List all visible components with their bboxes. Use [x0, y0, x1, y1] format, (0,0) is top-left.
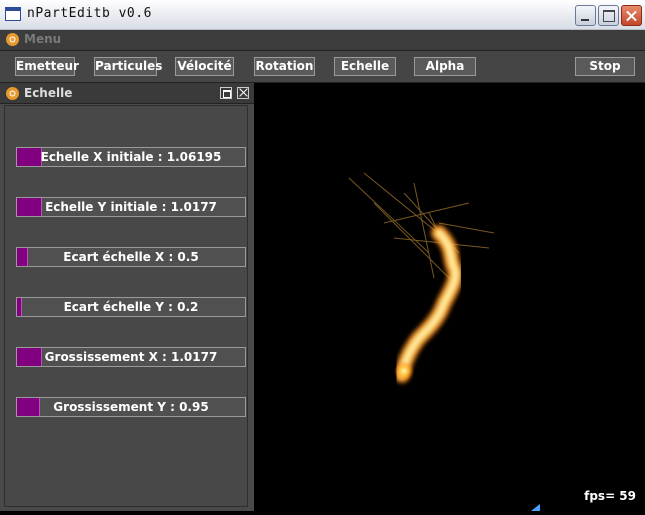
panel-header[interactable]: Echelle [0, 83, 254, 104]
minimize-button[interactable] [575, 5, 596, 26]
echelle-button[interactable]: Echelle [334, 57, 396, 76]
grossissement-x-slider[interactable]: Grossissement X : 1.0177 [16, 347, 246, 367]
velocite-button[interactable]: Vélocité [175, 57, 234, 76]
gear-icon [6, 33, 19, 46]
slider-label: Ecart échelle Y : 0.2 [63, 300, 199, 314]
grossissement-y-slider[interactable]: Grossissement Y : 0.95 [16, 397, 246, 417]
toolbar: Emetteur Particules Vélocité Rotation Ec… [0, 51, 645, 83]
slider-label: Ecart échelle X : 0.5 [63, 250, 199, 264]
slider-label: Echelle Y initiale : 1.0177 [45, 200, 217, 214]
window-title: nPartEditb v0.6 [27, 6, 152, 21]
panel-restore-button[interactable] [220, 87, 232, 99]
particle-streaks [348, 172, 495, 284]
gear-icon [6, 87, 19, 100]
fps-counter: fps= 59 [584, 489, 636, 503]
app-window-icon [5, 7, 21, 21]
panel-body: Echelle X initiale : 1.06195 Echelle Y i… [4, 105, 248, 507]
menu-bar: Menu [0, 30, 645, 51]
stop-button[interactable]: Stop [575, 57, 635, 76]
slider-label: Echelle X initiale : 1.06195 [40, 150, 222, 164]
echelle-x-initiale-slider[interactable]: Echelle X initiale : 1.06195 [16, 147, 246, 167]
maximize-button[interactable] [598, 5, 619, 26]
ecart-echelle-y-slider[interactable]: Ecart échelle Y : 0.2 [16, 297, 246, 317]
slider-label: Grossissement Y : 0.95 [53, 400, 209, 414]
ecart-echelle-x-slider[interactable]: Ecart échelle X : 0.5 [16, 247, 246, 267]
panel-title: Echelle [24, 86, 73, 100]
menu-item[interactable]: Menu [24, 32, 61, 46]
flame-tip-glow [394, 361, 414, 381]
mouse-cursor-icon [531, 504, 540, 511]
particle-viewport[interactable]: fps= 59 [254, 83, 645, 511]
rotation-button[interactable]: Rotation [254, 57, 315, 76]
echelle-panel: Echelle Echelle X initiale : 1.06195 Ech… [0, 83, 254, 511]
emetteur-button[interactable]: Emetteur [15, 57, 79, 76]
panel-close-button[interactable] [237, 87, 249, 99]
particle-effect [348, 172, 495, 383]
particules-button[interactable]: Particules [94, 57, 162, 76]
slider-label: Grossissement X : 1.0177 [44, 350, 218, 364]
window-titlebar[interactable]: nPartEditb v0.6 [0, 0, 645, 30]
alpha-button[interactable]: Alpha [414, 57, 476, 76]
echelle-y-initiale-slider[interactable]: Echelle Y initiale : 1.0177 [16, 197, 246, 217]
close-button[interactable] [621, 5, 642, 26]
